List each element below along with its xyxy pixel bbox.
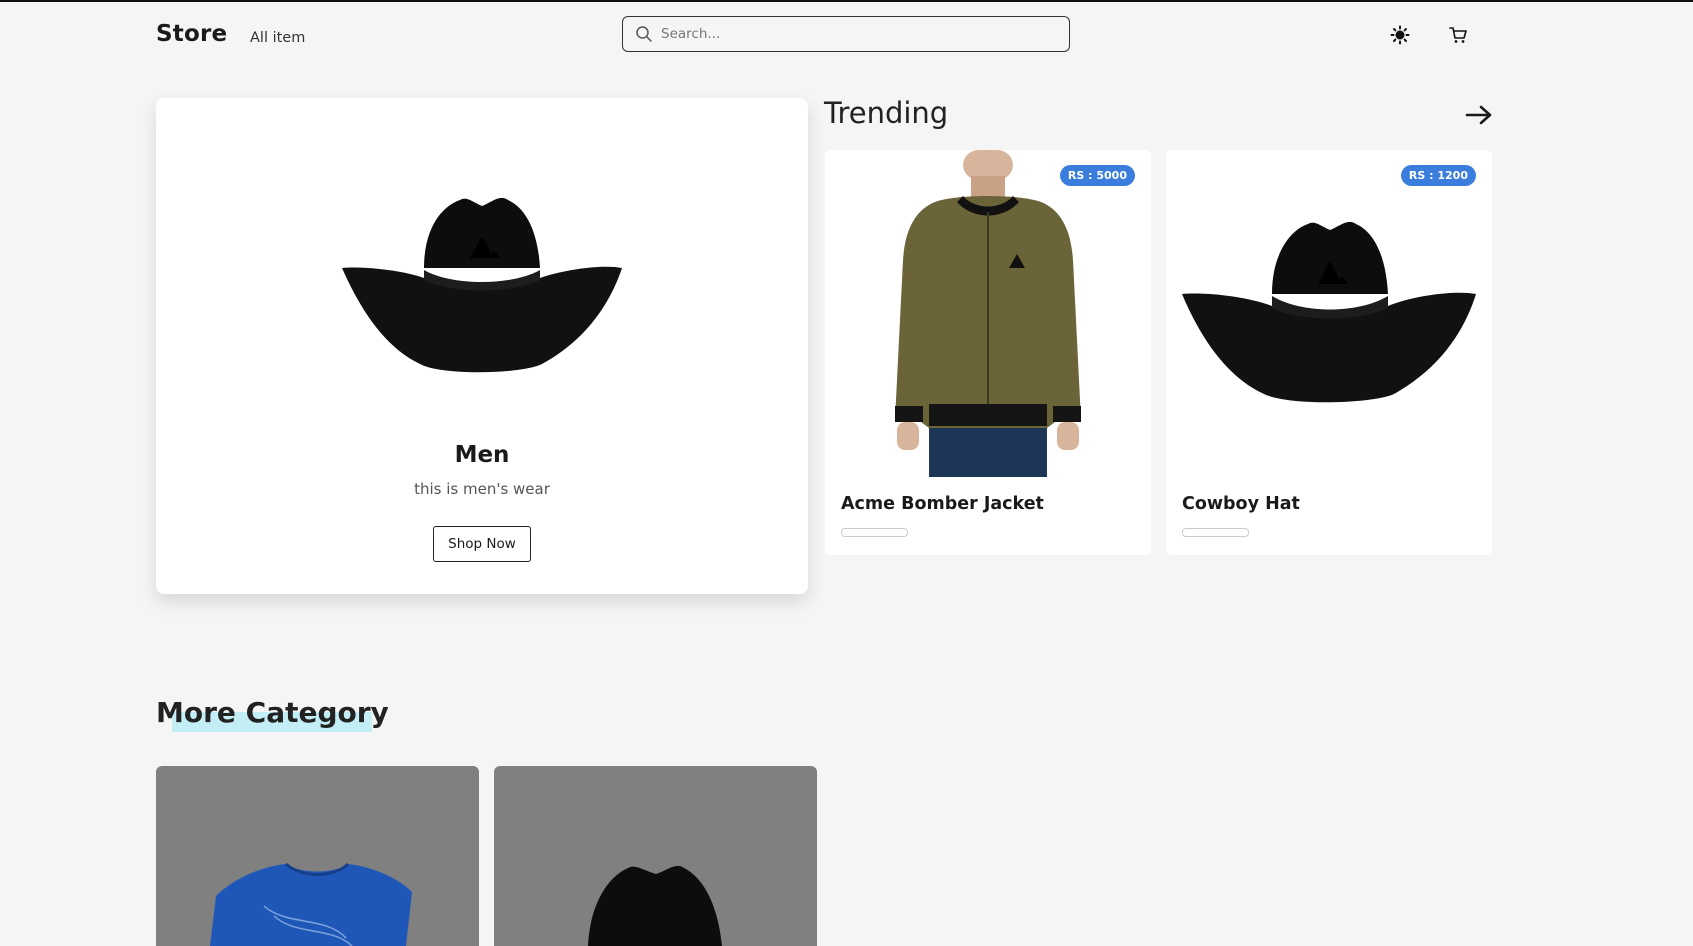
price-badge: RS : 1200	[1400, 165, 1476, 186]
product-card[interactable]: RS : 1200 Cowboy Hat	[1166, 150, 1492, 555]
product-card[interactable]: RS : 5000 Acme Bomber Jacket	[825, 150, 1151, 555]
cowboy-hat-image	[342, 197, 622, 373]
cowboy-hat-image	[1166, 150, 1492, 477]
product-name: Cowboy Hat	[1182, 494, 1300, 514]
trending-title: Trending	[824, 96, 949, 130]
store-logo[interactable]: Store	[156, 21, 227, 47]
category-tile[interactable]	[494, 766, 817, 946]
more-category-heading: More Category	[156, 696, 389, 732]
theme-toggle-button[interactable]	[1389, 24, 1411, 46]
shop-now-button[interactable]: Shop Now	[433, 526, 531, 562]
search-icon	[636, 26, 652, 42]
search-input[interactable]	[661, 23, 1059, 45]
cart-button[interactable]	[1447, 24, 1469, 46]
bomber-jacket-image	[825, 150, 1151, 477]
price-badge: RS : 5000	[1059, 165, 1135, 186]
sun-icon	[1390, 25, 1410, 45]
hero-title: Men	[454, 442, 510, 468]
rating-placeholder	[1182, 528, 1249, 537]
cowboy-hat-image	[588, 865, 722, 946]
header: Store All item	[0, 2, 1693, 66]
nav-all-item-link[interactable]: All item	[250, 30, 305, 46]
blue-tshirt-image	[210, 862, 412, 946]
search-box	[622, 16, 1070, 52]
trending-next-button[interactable]	[1464, 102, 1494, 128]
arrow-right-icon	[1465, 105, 1492, 125]
cart-icon	[1449, 27, 1467, 43]
hero-description: this is men's wear	[414, 480, 550, 498]
rating-placeholder	[841, 528, 908, 537]
featured-category-card: Men this is men's wear Shop Now	[156, 98, 808, 594]
category-tile[interactable]	[156, 766, 479, 946]
product-name: Acme Bomber Jacket	[841, 494, 1044, 514]
more-category-title: More Category	[156, 696, 389, 729]
